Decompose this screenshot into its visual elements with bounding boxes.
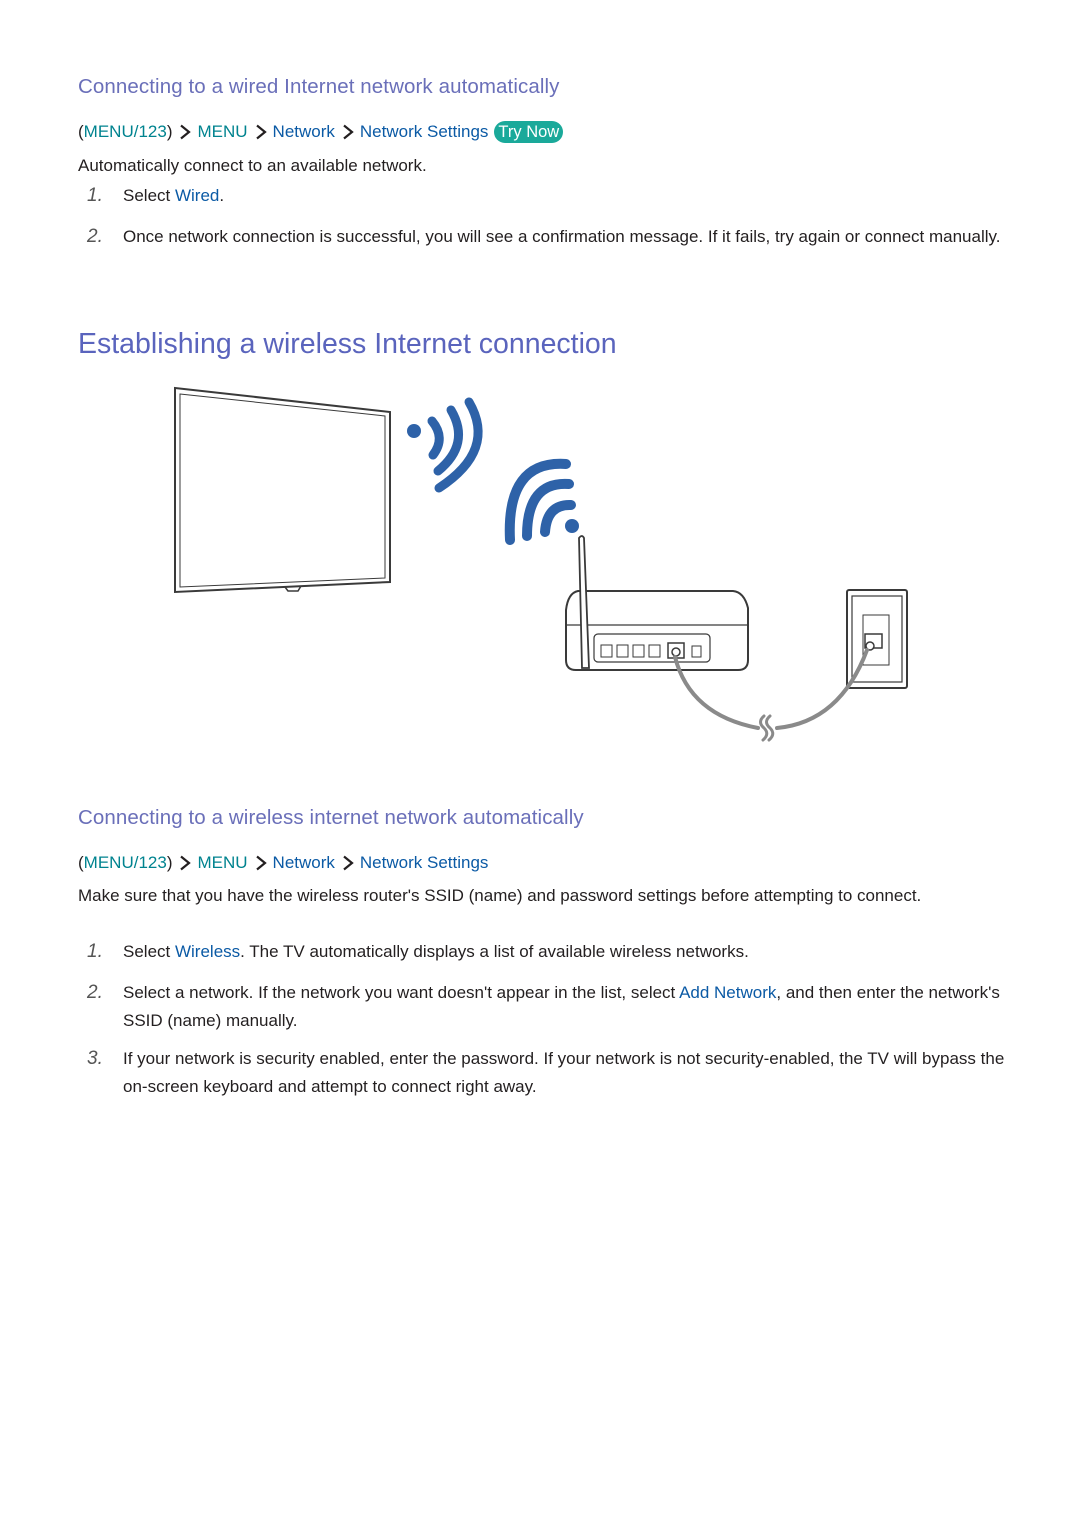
chevron-right-icon [180, 124, 192, 140]
step-text-pre: Select [123, 942, 175, 961]
path-paren-close: ) [166, 122, 173, 141]
path-network-settings[interactable]: Network Settings [360, 120, 489, 144]
path-menu[interactable]: MENU [197, 120, 247, 144]
router-wifi-signal-icon [504, 458, 579, 545]
chevron-right-icon [255, 855, 267, 871]
step-number: 2. [87, 226, 103, 247]
wireless-link[interactable]: Wireless [175, 942, 240, 961]
step-number: 1. [87, 941, 103, 962]
wired-step-1: 1. Select Wired. [78, 182, 1008, 210]
wired-link[interactable]: Wired [175, 186, 219, 205]
path-paren-close: ) [166, 853, 173, 872]
tv-icon [174, 386, 391, 594]
step-text: Select Wired. [123, 182, 1008, 210]
step-text: Select a network. If the network you wan… [123, 979, 1008, 1035]
chevron-right-icon [343, 855, 354, 871]
step-text-post: . [219, 186, 225, 205]
chevron-right-icon [255, 124, 267, 140]
step-text-pre: Select a network. If the network you wan… [123, 983, 680, 1002]
step-text: Once network connection is successful, y… [123, 227, 1001, 246]
wired-intro: Automatically connect to an available ne… [78, 156, 427, 175]
wireless-menu-path: (MENU/123) MENU Network Network Settings [78, 851, 488, 875]
wireless-step-2: 2. Select a network. If the network you … [78, 979, 1008, 1035]
chevron-right-icon [343, 124, 354, 140]
path-menu123[interactable]: MENU/123 [84, 120, 167, 144]
try-now-button[interactable]: Try Now [494, 121, 564, 143]
wired-step-2: 2. Once network connection is successful… [78, 223, 1008, 251]
step-number: 1. [87, 185, 103, 206]
path-network-settings[interactable]: Network Settings [360, 851, 489, 875]
step-text-post: . The TV automatically displays a list o… [240, 942, 749, 961]
step-number: 2. [87, 982, 103, 1003]
wireless-step-3: 3. If your network is security enabled, … [78, 1045, 1008, 1101]
wired-section-heading: Connecting to a wired Internet network a… [78, 75, 560, 98]
path-network[interactable]: Network [273, 851, 335, 875]
wired-menu-path: (MENU/123) MENU Network Network Settings… [78, 120, 564, 144]
add-network-link[interactable]: Add Network [679, 983, 776, 1002]
tv-wifi-signal-icon [407, 397, 483, 493]
step-text-pre: Select [123, 186, 175, 205]
wireless-connection-illustration [174, 386, 908, 742]
wireless-section-title: Establishing a wireless Internet connect… [78, 328, 617, 360]
path-network[interactable]: Network [273, 120, 335, 144]
step-text: Select Wireless. The TV automatically di… [123, 938, 1008, 966]
wireless-intro: Make sure that you have the wireless rou… [78, 886, 922, 905]
path-menu[interactable]: MENU [197, 851, 247, 875]
chevron-right-icon [180, 855, 192, 871]
wireless-step-1: 1. Select Wireless. The TV automatically… [78, 938, 1008, 966]
step-text: If your network is security enabled, ent… [123, 1049, 1005, 1096]
router-icon [565, 535, 749, 671]
path-menu123[interactable]: MENU/123 [84, 851, 167, 875]
step-number: 3. [87, 1048, 103, 1069]
wireless-section-heading: Connecting to a wireless internet networ… [78, 806, 584, 829]
